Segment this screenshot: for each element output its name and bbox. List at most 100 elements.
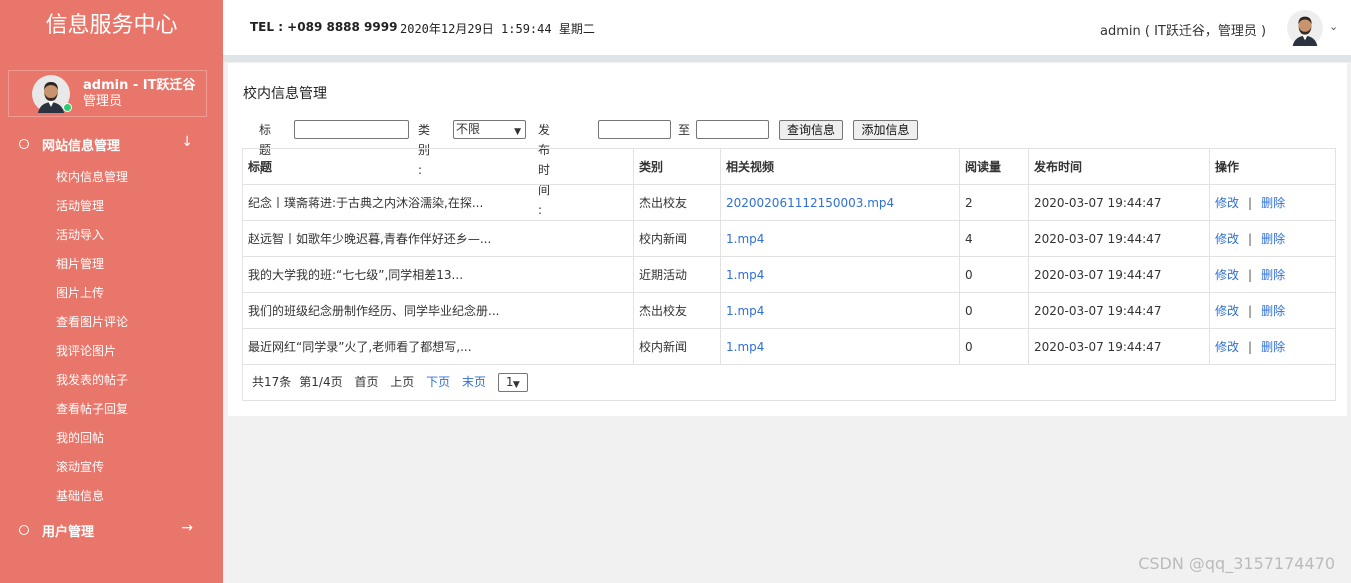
title-filter-input[interactable] xyxy=(294,120,409,139)
page-info: 第1/4页 xyxy=(299,375,343,389)
cell-category: 杰出校友 xyxy=(633,292,721,329)
video-link[interactable]: 1.mp4 xyxy=(726,304,764,318)
total-count: 共17条 xyxy=(252,375,292,389)
action-separator: | xyxy=(1248,268,1253,282)
video-link[interactable]: 1.mp4 xyxy=(726,268,764,282)
edit-link[interactable]: 修改 xyxy=(1215,196,1239,210)
table-header-row: 标题 类别 相关视频 阅读量 发布时间 操作 xyxy=(242,148,1336,185)
watermark: CSDN @qq_3157174470 xyxy=(1138,554,1335,573)
online-status-dot xyxy=(63,102,72,112)
top-header: TEL : +089 8888 9999 2020年12月29日 1:59:44… xyxy=(223,0,1351,56)
edit-link[interactable]: 修改 xyxy=(1215,340,1239,354)
arrow-down-icon: ↓ xyxy=(181,134,193,150)
circle-icon xyxy=(19,139,29,149)
main-panel: 校内信息管理 标题 : 类别 : 不限 ▼ 发布时间 : 至 查询信息 添加信息… xyxy=(228,63,1347,416)
table-row: 我的大学我的班:“七七级”,同学相差13... 近期活动 1.mp4 0 202… xyxy=(242,256,1336,293)
sidebar-item-campus-info[interactable]: 校内信息管理 xyxy=(56,168,128,186)
sidebar-item-activity-import[interactable]: 活动导入 xyxy=(56,226,104,244)
cell-reads: 0 xyxy=(959,292,1029,329)
sidebar-item-post-replies[interactable]: 查看帖子回复 xyxy=(56,400,128,418)
cell-date: 2020-03-07 19:44:47 xyxy=(1028,256,1210,293)
sidebar-item-image-comments[interactable]: 查看图片评论 xyxy=(56,313,128,331)
table-row: 我们的班级纪念册制作经历、同学毕业纪念册... 杰出校友 1.mp4 0 202… xyxy=(242,292,1336,329)
cell-title: 最近网红“同学录”火了,老师看了都想写,... xyxy=(242,328,634,365)
cell-reads: 2 xyxy=(959,184,1029,221)
column-header: 标题 xyxy=(242,148,634,185)
category-select-value: 不限 xyxy=(456,122,481,136)
column-header: 相关视频 xyxy=(720,148,960,185)
cell-category: 校内新闻 xyxy=(633,220,721,257)
sidebar-item-basic-info[interactable]: 基础信息 xyxy=(56,487,104,505)
cell-reads: 0 xyxy=(959,256,1029,293)
cell-title: 我的大学我的班:“七七级”,同学相差13... xyxy=(242,256,634,293)
action-separator: | xyxy=(1248,340,1253,354)
sidebar-user-role: 管理员 xyxy=(83,93,123,109)
cell-date: 2020-03-07 19:44:47 xyxy=(1028,328,1210,365)
video-link[interactable]: 1.mp4 xyxy=(726,232,764,246)
prev-page-link[interactable]: 上页 xyxy=(390,375,414,389)
sidebar: 信息服务中心 admin - IT跃迁谷 管理员 网站信息管理 ↓ 校内信息管理… xyxy=(0,0,223,583)
header-divider xyxy=(223,56,1351,62)
page-title: 校内信息管理 xyxy=(243,86,327,102)
current-datetime: 2020年12月29日 1:59:44 星期二 xyxy=(400,22,595,36)
arrow-right-icon: → xyxy=(181,520,193,536)
cell-date: 2020-03-07 19:44:47 xyxy=(1028,292,1210,329)
sidebar-item-photos[interactable]: 相片管理 xyxy=(56,255,104,273)
sidebar-item-my-replies[interactable]: 我的回帖 xyxy=(56,429,104,447)
video-link[interactable]: 202002061112150003.mp4 xyxy=(726,196,894,210)
cell-date: 2020-03-07 19:44:47 xyxy=(1028,220,1210,257)
action-separator: | xyxy=(1248,232,1253,246)
nav-group-site-info[interactable]: 网站信息管理 ↓ xyxy=(0,131,223,157)
table-row: 纪念丨璞斋蒋进:于古典之内沐浴濡染,在探... 杰出校友 20200206111… xyxy=(242,184,1336,221)
column-header: 阅读量 xyxy=(959,148,1029,185)
query-button[interactable]: 查询信息 xyxy=(779,120,843,140)
cell-reads: 0 xyxy=(959,328,1029,365)
delete-link[interactable]: 删除 xyxy=(1261,196,1285,210)
cell-title: 我们的班级纪念册制作经历、同学毕业纪念册... xyxy=(242,292,634,329)
table-row: 赵远智丨如歌年少晚迟暮,青春作伴好还乡—... 校内新闻 1.mp4 4 202… xyxy=(242,220,1336,257)
cell-title: 赵远智丨如歌年少晚迟暮,青春作伴好还乡—... xyxy=(242,220,634,257)
sidebar-item-activities[interactable]: 活动管理 xyxy=(56,197,104,215)
nav-group-label: 网站信息管理 xyxy=(42,138,121,154)
sidebar-item-my-image-comments[interactable]: 我评论图片 xyxy=(56,342,116,360)
first-page-link[interactable]: 首页 xyxy=(354,375,378,389)
video-link[interactable]: 1.mp4 xyxy=(726,340,764,354)
cell-reads: 4 xyxy=(959,220,1029,257)
date-to-label: 至 xyxy=(678,123,691,137)
sidebar-item-image-upload[interactable]: 图片上传 xyxy=(56,284,104,302)
date-to-input[interactable] xyxy=(696,120,769,139)
column-header: 类别 xyxy=(633,148,721,185)
action-separator: | xyxy=(1248,196,1253,210)
sidebar-item-scroll-promo[interactable]: 滚动宣传 xyxy=(56,458,104,476)
sidebar-item-my-posts[interactable]: 我发表的帖子 xyxy=(56,371,128,389)
add-info-button[interactable]: 添加信息 xyxy=(853,120,918,140)
page-select[interactable]: 1 ▼ xyxy=(497,373,528,392)
delete-link[interactable]: 删除 xyxy=(1261,340,1285,354)
nav-group-label: 用户管理 xyxy=(42,524,95,540)
next-page-link[interactable]: 下页 xyxy=(426,375,450,389)
edit-link[interactable]: 修改 xyxy=(1215,304,1239,318)
header-user-info[interactable]: admin ( IT跃迁谷，管理员 ) xyxy=(1100,20,1266,39)
delete-link[interactable]: 删除 xyxy=(1261,268,1285,282)
column-header: 发布时间 xyxy=(1028,148,1210,185)
category-select[interactable]: 不限 ▼ xyxy=(453,120,526,139)
brand-title: 信息服务中心 xyxy=(45,13,178,38)
date-from-input[interactable] xyxy=(598,120,671,139)
phone-number: TEL : +089 8888 9999 xyxy=(250,20,398,34)
pagination: 共17条 第1/4页 首页 上页 下页 末页 1 ▼ xyxy=(248,373,1335,392)
chevron-down-icon: ▼ xyxy=(512,380,520,390)
sidebar-user-name: admin - IT跃迁谷 xyxy=(83,77,196,93)
chevron-down-icon[interactable]: ⌄ xyxy=(1329,20,1338,33)
table-row: 最近网红“同学录”火了,老师看了都想写,... 校内新闻 1.mp4 0 202… xyxy=(242,328,1336,365)
delete-link[interactable]: 删除 xyxy=(1261,304,1285,318)
nav-group-users[interactable]: 用户管理 → xyxy=(0,517,223,543)
edit-link[interactable]: 修改 xyxy=(1215,268,1239,282)
cell-title: 纪念丨璞斋蒋进:于古典之内沐浴濡染,在探... xyxy=(242,184,634,221)
delete-link[interactable]: 删除 xyxy=(1261,232,1285,246)
info-table: 标题 类别 相关视频 阅读量 发布时间 操作 纪念丨璞斋蒋进:于古典之内沐浴濡染… xyxy=(242,148,1336,401)
header-avatar[interactable] xyxy=(1287,10,1323,46)
edit-link[interactable]: 修改 xyxy=(1215,232,1239,246)
action-separator: | xyxy=(1248,304,1253,318)
cell-date: 2020-03-07 19:44:47 xyxy=(1028,184,1210,221)
last-page-link[interactable]: 末页 xyxy=(462,375,486,389)
